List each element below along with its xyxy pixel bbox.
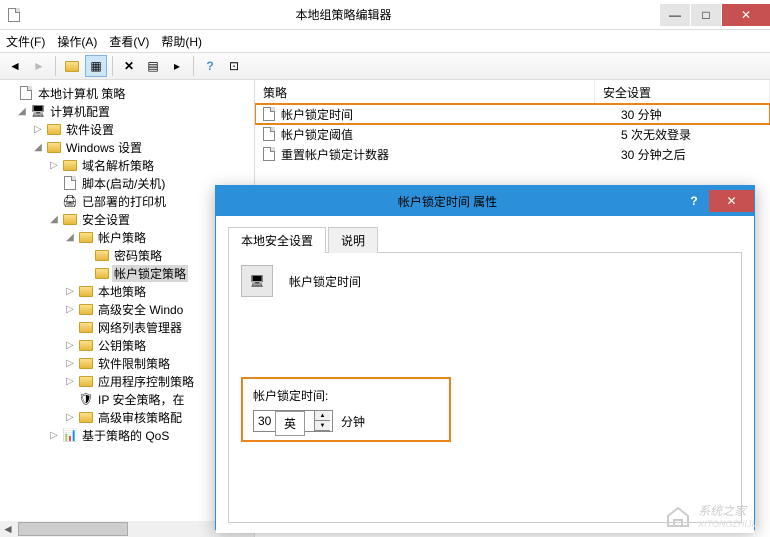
menu-file[interactable]: 文件(F) <box>6 33 45 50</box>
dialog-titlebar[interactable]: 帐户锁定时间 属性 ? ✕ <box>216 186 754 216</box>
titlebar: 本地组策略编辑器 — □ ✕ <box>0 0 770 30</box>
toolbar: ◄ ► ▦ ✕ ▤ ▸ ? ⊡ <box>0 52 770 80</box>
help-button[interactable]: ? <box>199 55 221 77</box>
folder-icon <box>46 121 62 137</box>
menubar: 文件(F) 操作(A) 查看(V) 帮助(H) <box>0 30 770 52</box>
dialog-tabs: 本地安全设置 说明 <box>228 226 742 253</box>
folder-icon <box>78 283 94 299</box>
menu-action[interactable]: 操作(A) <box>57 33 97 50</box>
folder-icon <box>94 247 110 263</box>
menu-help[interactable]: 帮助(H) <box>161 33 202 50</box>
folder-icon <box>78 319 94 335</box>
folder-icon <box>78 229 94 245</box>
properties-button[interactable]: ▤ <box>142 55 164 77</box>
delete-button[interactable]: ✕ <box>118 55 140 77</box>
spinner-down[interactable]: ▼ <box>315 421 330 431</box>
list-header: 策略 安全设置 <box>255 80 770 104</box>
policy-icon <box>261 106 277 122</box>
folder-icon <box>78 373 94 389</box>
col-setting[interactable]: 安全设置 <box>595 80 770 103</box>
spinner-up[interactable]: ▲ <box>315 411 330 421</box>
export-button[interactable]: ▸ <box>166 55 188 77</box>
list-row[interactable]: 帐户锁定阈值 5 次无效登录 <box>255 124 770 144</box>
chart-icon: 📊 <box>62 427 78 443</box>
folder-icon <box>78 301 94 317</box>
policy-name-label: 帐户锁定时间 <box>289 273 361 290</box>
script-icon <box>62 175 78 191</box>
dialog-help-button[interactable]: ? <box>679 190 709 212</box>
scroll-left-arrow[interactable]: ◄ <box>0 521 16 537</box>
show-tree-button[interactable]: ▦ <box>85 55 107 77</box>
security-icon <box>62 211 78 227</box>
back-button[interactable]: ◄ <box>4 55 26 77</box>
maximize-button[interactable]: □ <box>691 4 721 26</box>
ime-indicator[interactable]: 英 <box>275 411 305 436</box>
folder-icon <box>78 355 94 371</box>
folder-icon <box>46 139 62 155</box>
folder-icon <box>78 409 94 425</box>
scroll-thumb[interactable] <box>18 522 128 536</box>
policy-icon <box>261 126 277 142</box>
tab-local-security[interactable]: 本地安全设置 <box>228 227 326 253</box>
view-button[interactable]: ⊡ <box>223 55 245 77</box>
window-title: 本地组策略编辑器 <box>28 6 659 23</box>
field-label: 帐户锁定时间: <box>253 387 439 404</box>
unit-label: 分钟 <box>341 413 365 430</box>
close-button[interactable]: ✕ <box>722 4 770 26</box>
app-icon <box>0 8 28 22</box>
watermark: 系统之家 XITONGZHIJIA <box>664 502 760 529</box>
tree-computer-config[interactable]: ◢🖥 计算机配置 <box>0 102 254 120</box>
list-row[interactable]: 帐户锁定时间 30 分钟 <box>255 104 770 124</box>
policy-large-icon: 🖥 <box>241 265 273 297</box>
up-button[interactable] <box>61 55 83 77</box>
field-group: 帐户锁定时间: ▲ ▼ 分钟 英 <box>241 377 451 442</box>
forward-button[interactable]: ► <box>28 55 50 77</box>
folder-icon <box>78 337 94 353</box>
tree-windows-settings[interactable]: ◢ Windows 设置 <box>0 138 254 156</box>
col-policy[interactable]: 策略 <box>255 80 595 103</box>
house-icon <box>664 504 692 528</box>
tree-software-settings[interactable]: ▷ 软件设置 <box>0 120 254 138</box>
folder-icon <box>62 157 78 173</box>
dialog-title: 帐户锁定时间 属性 <box>216 193 679 210</box>
minimize-button[interactable]: — <box>660 4 690 26</box>
list-row[interactable]: 重置帐户锁定计数器 30 分钟之后 <box>255 144 770 164</box>
policy-icon <box>261 146 277 162</box>
tab-explain[interactable]: 说明 <box>328 227 378 253</box>
computer-icon: 🖥 <box>30 103 46 119</box>
tree-root[interactable]: 本地计算机 策略 <box>0 84 254 102</box>
folder-icon <box>94 265 110 281</box>
printer-icon: 🖨 <box>62 193 78 209</box>
tree-name-resolution[interactable]: ▷ 域名解析策略 <box>0 156 254 174</box>
menu-view[interactable]: 查看(V) <box>109 33 149 50</box>
document-icon <box>18 85 34 101</box>
shield-icon: 🛡 <box>78 391 94 407</box>
properties-dialog: 帐户锁定时间 属性 ? ✕ 本地安全设置 说明 🖥 帐户锁定时间 帐户锁定时间: <box>215 185 755 530</box>
dialog-close-button[interactable]: ✕ <box>709 190 754 212</box>
